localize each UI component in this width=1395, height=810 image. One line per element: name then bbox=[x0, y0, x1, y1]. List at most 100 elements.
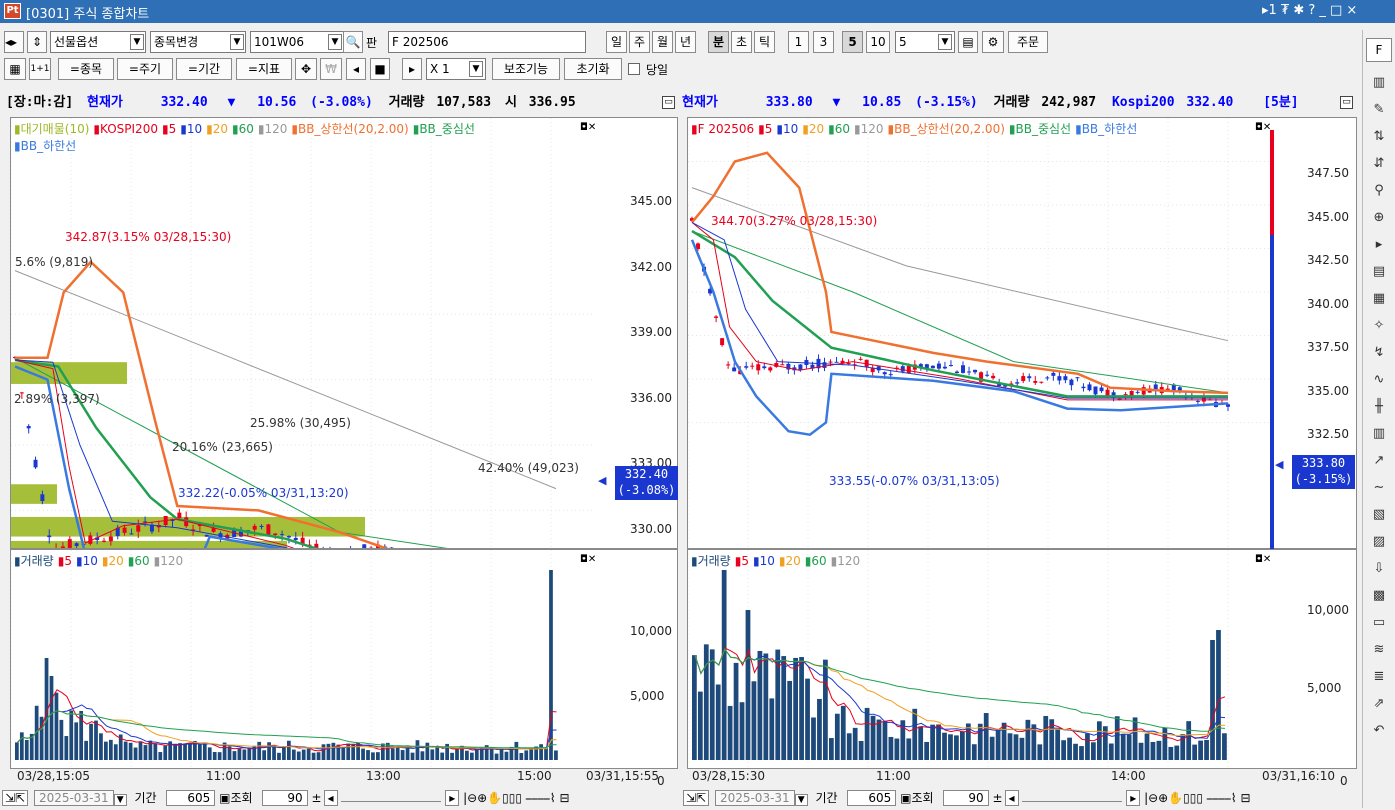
export-icon[interactable]: ⇗ bbox=[1368, 693, 1390, 715]
scrollbar[interactable] bbox=[341, 790, 441, 802]
doc-icon[interactable]: ▤ bbox=[1368, 261, 1390, 283]
figure-icon[interactable]: ⚲ bbox=[1368, 180, 1390, 202]
minute-5-button[interactable]: 5 bbox=[842, 31, 863, 53]
wave-icon[interactable]: ∿ bbox=[1368, 369, 1390, 391]
trade2-icon[interactable]: ⇵ bbox=[1368, 153, 1390, 175]
scroll-right-icon[interactable]: ▸ bbox=[445, 790, 459, 806]
aux-function-button[interactable]: 보조기능 bbox=[492, 58, 560, 80]
maximize-icon[interactable]: ▭ bbox=[662, 96, 675, 109]
box-icon[interactable]: ▧ bbox=[1368, 504, 1390, 526]
calendar-icon[interactable]: ▣ bbox=[900, 791, 911, 805]
close-icon[interactable]: ◘✕ bbox=[580, 122, 596, 133]
close-icon[interactable]: ◘✕ bbox=[580, 554, 596, 565]
sync-period-button[interactable]: =주기 bbox=[117, 58, 173, 80]
order-button[interactable]: 주문 bbox=[1008, 31, 1048, 53]
scroll-right-icon[interactable]: ▸ bbox=[402, 58, 422, 80]
auto-icon[interactable]: ↯ bbox=[1368, 342, 1390, 364]
period-4-button[interactable]: 분 bbox=[708, 31, 729, 53]
name-input[interactable]: F 202506 bbox=[388, 31, 586, 53]
scrollbar[interactable] bbox=[1022, 790, 1122, 802]
minute-1-button[interactable]: 1 bbox=[788, 31, 809, 53]
left-volume-chart[interactable] bbox=[11, 550, 595, 768]
minute-10-button[interactable]: 10 bbox=[866, 31, 890, 53]
chevron-down-icon[interactable]: ▼ bbox=[795, 794, 808, 806]
chart-icon[interactable]: ▥ bbox=[1368, 72, 1390, 94]
candle-icon[interactable]: ╫ bbox=[1368, 396, 1390, 418]
save-icon[interactable]: ▤ bbox=[958, 31, 978, 53]
gear-icon[interactable]: ⚙ bbox=[982, 31, 1004, 53]
zoom-icons[interactable]: |⊖⊕✋▯▯▯ ⎯⎯⎯⎯⌇ ⊟ bbox=[463, 791, 569, 805]
undo-icon[interactable]: ↶ bbox=[1368, 720, 1390, 742]
zoom-icon[interactable]: ⊕ bbox=[1368, 207, 1390, 229]
count-input[interactable]: 90 bbox=[262, 790, 307, 806]
chevron-down-icon[interactable]: ▼ bbox=[230, 34, 244, 50]
doc2-icon[interactable]: ▦ bbox=[1368, 288, 1390, 310]
count-input[interactable]: 90 bbox=[943, 790, 988, 806]
period-input[interactable]: 605 bbox=[166, 790, 215, 806]
period-6-button[interactable]: 틱 bbox=[754, 31, 775, 53]
stack-icon[interactable]: ≋ bbox=[1368, 639, 1390, 661]
period-1-button[interactable]: 주 bbox=[629, 31, 650, 53]
volume-bar bbox=[277, 753, 281, 760]
close-icon[interactable]: ◘✕ bbox=[1255, 122, 1271, 133]
sync-stock-button[interactable]: =종목 bbox=[58, 58, 114, 80]
zoom-icons[interactable]: |⊖⊕✋▯▯▯ ⎯⎯⎯⎯⌇ ⊟ bbox=[1144, 791, 1250, 805]
chevron-down-icon[interactable]: ▼ bbox=[469, 61, 483, 77]
trend-icon[interactable]: ↗ bbox=[1368, 450, 1390, 472]
period-3-button[interactable]: 년 bbox=[675, 31, 696, 53]
wrench-icon[interactable]: ✎ bbox=[1368, 99, 1390, 121]
won-icon[interactable]: ₩ bbox=[320, 58, 342, 80]
minute-3-button[interactable]: 3 bbox=[813, 31, 834, 53]
spin-icon[interactable]: ± bbox=[311, 791, 321, 805]
reset-button[interactable]: 초기화 bbox=[564, 58, 622, 80]
today-checkbox[interactable] bbox=[628, 63, 640, 75]
download-icon[interactable]: ⇩ bbox=[1368, 558, 1390, 580]
date-input[interactable]: 2025-03-31 bbox=[34, 790, 114, 806]
box2-icon[interactable]: ▨ bbox=[1368, 531, 1390, 553]
period-2-button[interactable]: 월 bbox=[652, 31, 673, 53]
compare-icon[interactable]: ▩ bbox=[1368, 585, 1390, 607]
spin-icon[interactable]: ⇕ bbox=[27, 31, 47, 53]
volume-bar bbox=[722, 570, 727, 760]
chevron-down-icon[interactable]: ▼ bbox=[114, 794, 127, 806]
toolbar-top-button[interactable]: F bbox=[1366, 38, 1392, 62]
scroll-left-icon[interactable]: ◂ bbox=[346, 58, 366, 80]
bar-icon[interactable]: ▥ bbox=[1368, 423, 1390, 445]
sparkle-icon[interactable]: ✧ bbox=[1368, 315, 1390, 337]
scroll-left-icon[interactable]: ◂ bbox=[324, 790, 338, 806]
close-icon[interactable]: ◘✕ bbox=[1255, 554, 1271, 565]
window-controls[interactable]: ▸1 ₮ ✱ ? _ □ × bbox=[1262, 3, 1357, 18]
search-icon[interactable]: 🔍 bbox=[343, 31, 363, 53]
query-label[interactable]: 조회 bbox=[911, 791, 933, 805]
maximize-icon[interactable]: ▭ bbox=[1340, 96, 1353, 109]
volume-bar bbox=[817, 699, 822, 760]
window-icon[interactable]: ▭ bbox=[1368, 612, 1390, 634]
chevron-down-icon[interactable]: ▼ bbox=[938, 34, 952, 50]
layout-icon[interactable]: 1+1 bbox=[29, 58, 51, 80]
chevron-down-icon[interactable]: ▼ bbox=[328, 34, 342, 50]
stack2-icon[interactable]: ≣ bbox=[1368, 666, 1390, 688]
period-0-button[interactable]: 일 bbox=[606, 31, 627, 53]
query-label[interactable]: 조회 bbox=[230, 791, 252, 805]
cursor-icon[interactable]: ▸ bbox=[1368, 234, 1390, 256]
left-price-chart[interactable] bbox=[11, 118, 595, 548]
stop-icon[interactable]: ■ bbox=[370, 58, 390, 80]
line-icon[interactable]: ∼ bbox=[1368, 477, 1390, 499]
period-5-button[interactable]: 초 bbox=[731, 31, 752, 53]
right-volume-chart[interactable] bbox=[688, 550, 1270, 768]
date-nav-icon[interactable]: ⇲⇱ bbox=[683, 790, 709, 806]
sync-indicator-button[interactable]: =지표 bbox=[236, 58, 292, 80]
trade-icon[interactable]: ⇅ bbox=[1368, 126, 1390, 148]
prev-next-icon[interactable]: ◂▸ bbox=[4, 31, 24, 53]
move-icon[interactable]: ✥ bbox=[295, 58, 317, 80]
period-input[interactable]: 605 bbox=[847, 790, 896, 806]
spin-icon[interactable]: ± bbox=[992, 791, 1002, 805]
date-nav-icon[interactable]: ⇲⇱ bbox=[2, 790, 28, 806]
chevron-down-icon[interactable]: ▼ bbox=[130, 34, 144, 50]
date-input[interactable]: 2025-03-31 bbox=[715, 790, 795, 806]
sync-range-button[interactable]: =기간 bbox=[176, 58, 232, 80]
calendar-icon[interactable]: ▣ bbox=[219, 791, 230, 805]
grid-icon[interactable]: ▦ bbox=[4, 58, 26, 80]
scroll-left-icon[interactable]: ◂ bbox=[1005, 790, 1019, 806]
scroll-right-icon[interactable]: ▸ bbox=[1126, 790, 1140, 806]
